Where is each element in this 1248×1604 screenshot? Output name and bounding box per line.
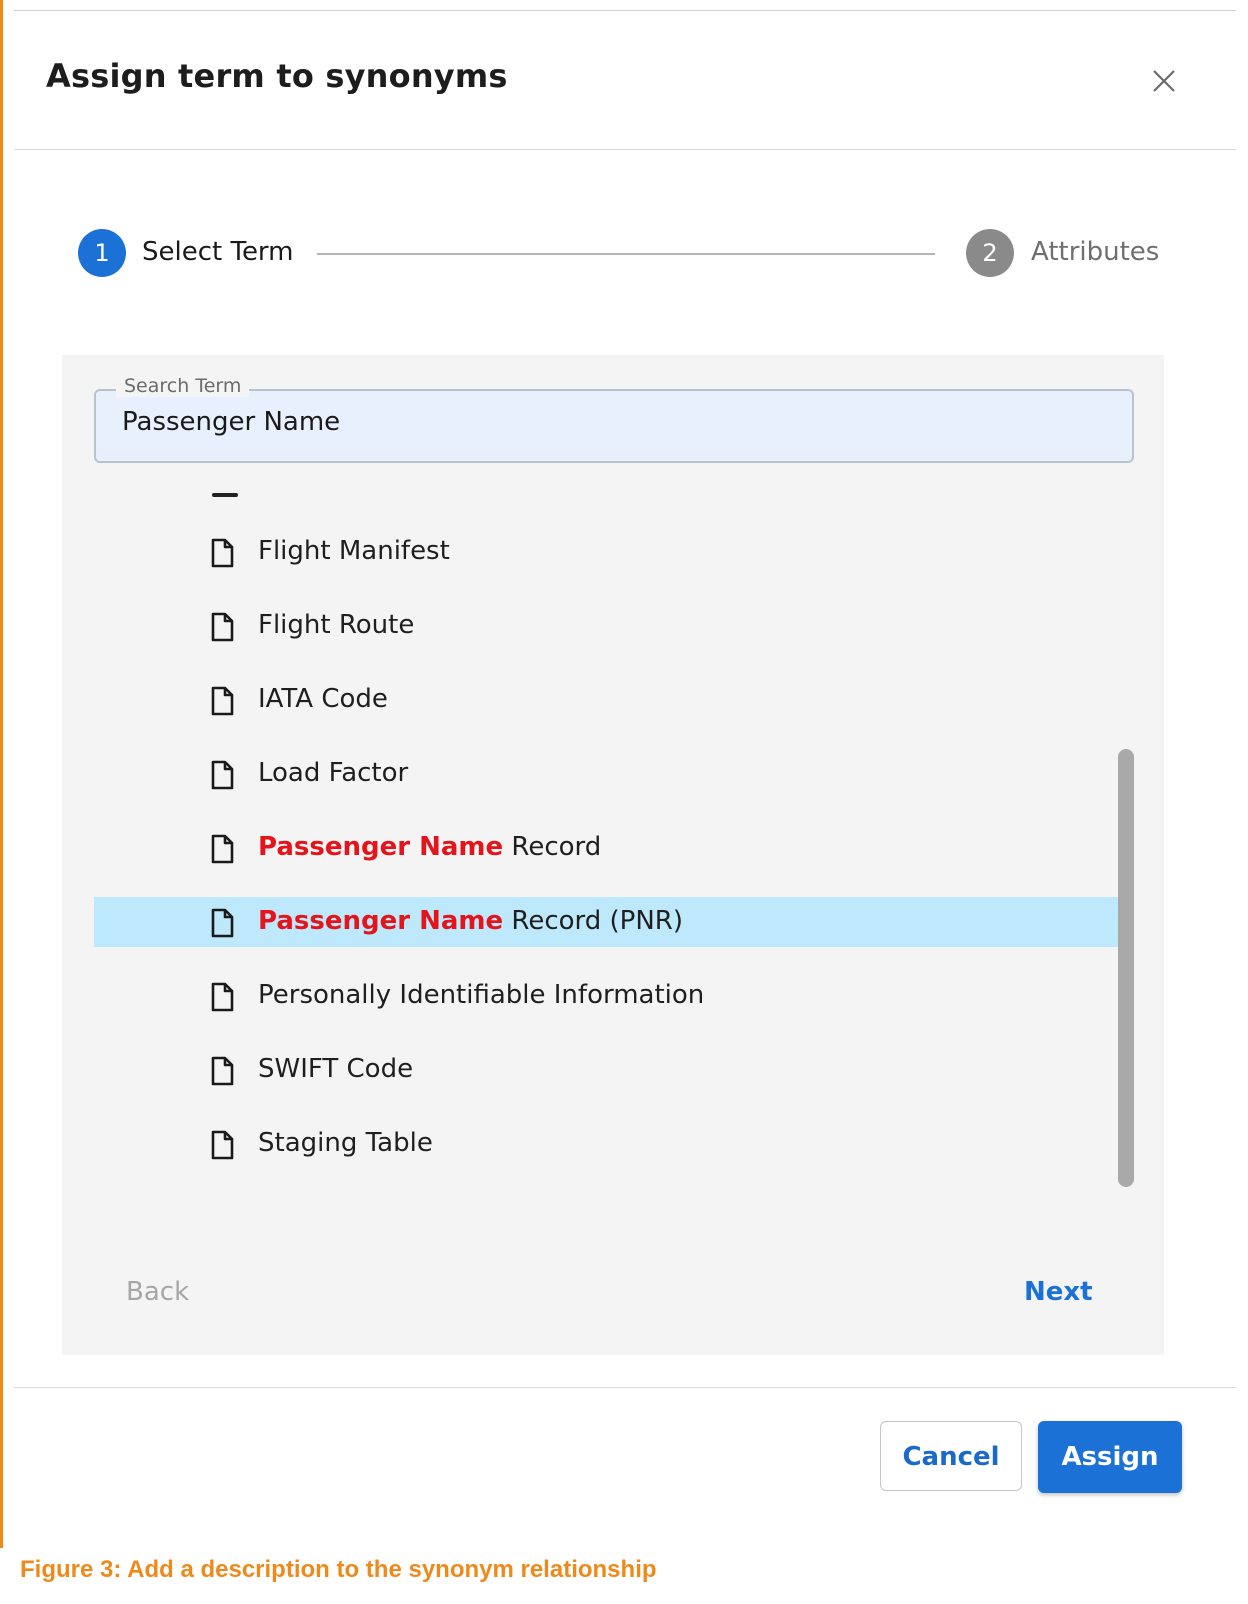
close-icon: [1153, 70, 1175, 92]
assign-button[interactable]: Assign: [1038, 1421, 1182, 1493]
document-icon: [206, 537, 238, 569]
document-icon: [206, 981, 238, 1013]
list-item[interactable]: SWIFT Code: [94, 1045, 1118, 1095]
list-item-text: Flight Route: [258, 610, 415, 640]
list-item-text: Flight Manifest: [258, 536, 450, 566]
document-icon: [206, 833, 238, 865]
document-icon: [206, 907, 238, 939]
list-item-text: Load Factor: [258, 758, 409, 788]
step-1-label: Select Term: [142, 237, 294, 267]
footer-divider: [14, 1387, 1236, 1388]
document-icon: [206, 1055, 238, 1087]
list-item[interactable]: Personally Identifiable Information: [94, 971, 1118, 1021]
back-button[interactable]: Back: [126, 1277, 189, 1307]
list-item-label: Flight Route: [258, 610, 414, 640]
list-item-label: Passenger Name Record: [258, 832, 601, 862]
search-term-input[interactable]: [122, 407, 1102, 437]
list-item-label: Personally Identifiable Information: [258, 980, 704, 1010]
list-item-selected[interactable]: Passenger Name Record (PNR): [94, 897, 1118, 947]
list-item-label: Load Factor: [258, 758, 408, 788]
list-item[interactable]: Staging Table: [94, 1119, 1118, 1169]
close-button[interactable]: [1144, 61, 1184, 101]
document-icon: [206, 685, 238, 717]
list-item[interactable]: Flight Manifest: [94, 527, 1118, 577]
search-match-highlight: Passenger Name: [258, 832, 504, 862]
partially-visible-document-icon: [212, 493, 238, 497]
select-term-panel: Search Term Flight Manifest Flight Route I…: [62, 355, 1164, 1355]
document-icon: [206, 1129, 238, 1161]
list-item-text: Record: [503, 832, 602, 862]
list-item-text: IATA Code: [258, 684, 388, 714]
list-item[interactable]: IATA Code: [94, 675, 1118, 725]
list-item-label: IATA Code: [258, 684, 388, 714]
search-term-label: Search Term: [116, 375, 250, 397]
next-button[interactable]: Next: [1024, 1277, 1093, 1307]
list-item-label: Passenger Name Record (PNR): [258, 906, 683, 936]
list-item-label: Flight Manifest: [258, 536, 450, 566]
dialog-header: Assign term to synonyms: [14, 11, 1236, 150]
results-scrollbar[interactable]: [1118, 749, 1134, 1187]
step-2-number: 2: [966, 229, 1014, 277]
list-item[interactable]: Load Factor: [94, 749, 1118, 799]
list-item[interactable]: Passenger Name Record: [94, 823, 1118, 873]
term-results-list: Flight Manifest Flight Route IATA Code Load…: [94, 481, 1134, 1201]
figure-caption: Figure 3: Add a description to the synon…: [20, 1556, 657, 1583]
list-item-text: Personally Identifiable Information: [258, 980, 705, 1010]
page-accent-bar: [0, 0, 3, 1548]
assign-synonyms-dialog: Assign term to synonyms 1 Select Term 2 …: [14, 10, 1236, 1549]
dialog-title: Assign term to synonyms: [46, 57, 508, 95]
step-1-number: 1: [78, 229, 126, 277]
cancel-button[interactable]: Cancel: [880, 1421, 1022, 1491]
search-term-field[interactable]: Search Term: [94, 375, 1134, 463]
search-match-highlight: Passenger Name: [258, 906, 504, 936]
list-item-text: Staging Table: [258, 1128, 433, 1158]
stepper: 1 Select Term 2 Attributes: [14, 229, 1236, 279]
list-item-label: Staging Table: [258, 1128, 433, 1158]
list-item-text: SWIFT Code: [258, 1054, 414, 1084]
step-2-label: Attributes: [1031, 237, 1160, 267]
list-item[interactable]: Flight Route: [94, 601, 1118, 651]
document-icon: [206, 611, 238, 643]
document-icon: [206, 759, 238, 791]
list-item-text: Record (PNR): [503, 906, 683, 936]
step-connector: [317, 253, 935, 255]
list-item-label: SWIFT Code: [258, 1054, 413, 1084]
